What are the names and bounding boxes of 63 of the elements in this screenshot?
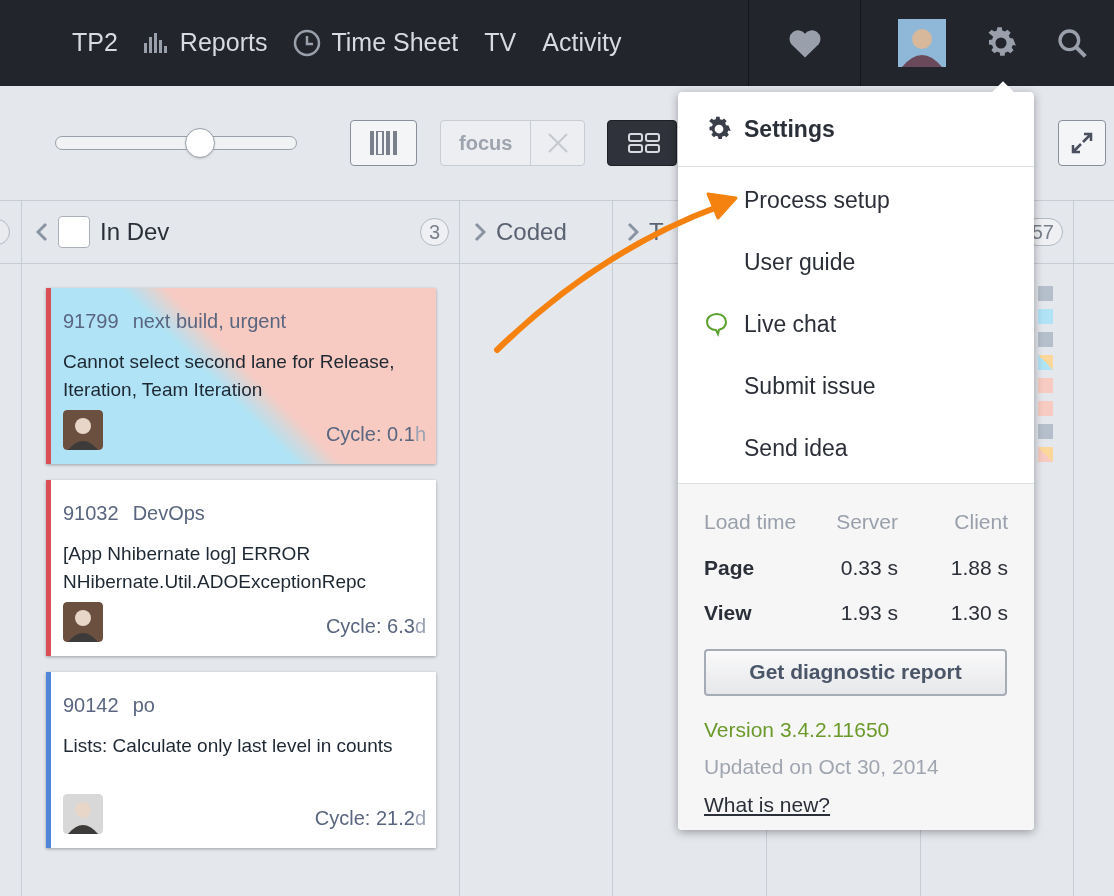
table-cell-text: 0.33 s xyxy=(839,554,898,581)
avatar[interactable] xyxy=(898,19,946,67)
columns-icon xyxy=(369,131,398,155)
fullscreen-button[interactable] xyxy=(1058,120,1106,166)
nav-link[interactable]: TV xyxy=(484,24,517,62)
task-card[interactable]: 91032 DevOps [App Nhibernate log] ERROR NHibernate.Util.ADOExceptionRepc Cycle: 6.3d xyxy=(46,480,436,656)
whats-new-link[interactable]: What is new? xyxy=(704,788,1008,820)
nav-link[interactable]: TP2 xyxy=(72,24,118,62)
chevron-left-icon[interactable] xyxy=(36,222,48,242)
card-id: 90142 xyxy=(63,693,119,718)
card-title: Lists: Calculate only last level in counts xyxy=(63,734,394,758)
card-id: 91799 xyxy=(63,309,119,334)
clock-icon xyxy=(293,29,322,57)
cycle-time: Cycle: 21.2d xyxy=(314,806,426,831)
chevron-right-icon[interactable] xyxy=(627,222,639,242)
checkbox[interactable] xyxy=(58,216,90,248)
row-label: Page xyxy=(704,554,756,581)
nav-link[interactable]: Activity xyxy=(542,24,622,62)
updated-text: Updated on Oct 30, 2014 xyxy=(704,754,940,780)
cycle-time: Cycle: 6.3d xyxy=(325,614,426,639)
search-icon[interactable] xyxy=(1056,27,1088,59)
expand-icon xyxy=(1070,131,1094,155)
card-id: 91032 xyxy=(63,501,119,526)
table-header: Server xyxy=(836,509,898,535)
card-title: [App Nhibernate log] ERROR NHibernate.Util.ADOExceptionRepc xyxy=(63,542,368,594)
column-title: In Dev xyxy=(100,217,170,247)
board-view-button[interactable] xyxy=(350,120,417,166)
nav-link[interactable]: Reports xyxy=(143,24,268,62)
table-header: Load time xyxy=(704,509,798,535)
diagnostic-report-button[interactable]: Get diagnostic report xyxy=(704,648,1007,696)
version-text: Version 3.4.2.11650 xyxy=(704,716,891,743)
chevron-right-icon[interactable] xyxy=(474,222,486,242)
close-icon xyxy=(546,132,569,154)
avatar xyxy=(63,794,103,834)
nav-link[interactable]: Time Sheet xyxy=(293,24,459,62)
row-label: View xyxy=(704,600,753,626)
task-card[interactable]: 91799 next build, urgent Cannot select second lane for Release, Iteration, Team Iteration Cycle: 0.1h xyxy=(46,288,436,464)
card-title: Cannot select second lane for Release, Iteration, Team Iteration xyxy=(63,350,396,402)
card-tags: DevOps xyxy=(132,498,205,528)
table-header: Client xyxy=(953,509,1008,535)
table-cell-text: 1.88 s xyxy=(949,554,1008,581)
chat-icon xyxy=(704,311,730,337)
column-title: Coded xyxy=(496,217,567,247)
card-tags: po xyxy=(132,690,155,720)
cycle-time: Cycle: 0.1h xyxy=(325,422,426,447)
menu-title: Settings xyxy=(744,114,835,144)
menu-item[interactable]: Live chat xyxy=(744,306,837,342)
menu-item[interactable]: Process setup xyxy=(744,182,890,218)
avatar xyxy=(63,410,103,450)
table-cell-text: 1.93 s xyxy=(839,600,898,626)
avatar xyxy=(63,602,103,642)
card-tags: next build, urgent xyxy=(132,306,287,336)
grid-icon xyxy=(628,133,661,153)
slider-thumb[interactable] xyxy=(185,128,215,158)
bar-chart-icon xyxy=(143,33,170,53)
table-cell-text: 1.30 s xyxy=(949,600,1008,626)
menu-item[interactable]: Submit issue xyxy=(744,368,876,404)
menu-item[interactable]: Send idea xyxy=(744,430,848,466)
task-card[interactable]: 90142 po Lists: Calculate only last level in counts Cycle: 21.2d xyxy=(46,672,436,848)
count-badge: 3 xyxy=(419,218,449,246)
menu-item[interactable]: User guide xyxy=(744,244,856,280)
zoom-slider[interactable] xyxy=(55,127,297,159)
grid-view-button[interactable] xyxy=(607,120,678,166)
